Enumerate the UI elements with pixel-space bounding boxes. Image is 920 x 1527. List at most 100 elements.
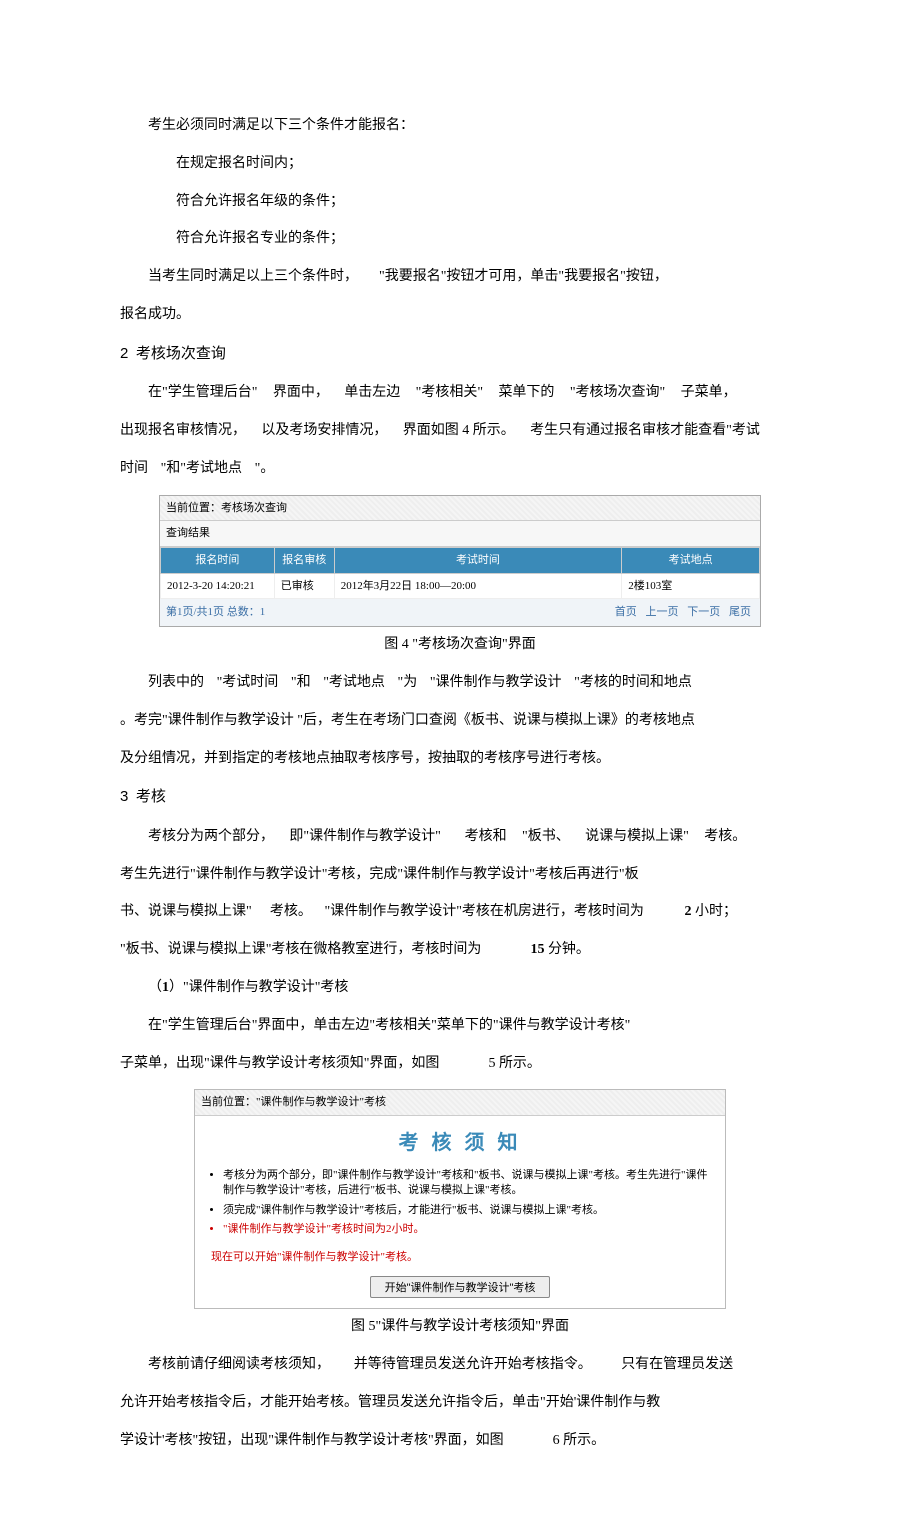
text: "我要报名"按钮才可用，单击"我要报名"按钮， — [379, 269, 668, 284]
figure-4: 当前位置：考核场次查询 查询结果 报名时间 报名审核 考试时间 考试地点 201… — [159, 495, 761, 627]
sec3-p4: "板书、说课与模拟上课"考核在微格教室进行，考核时间为 15 分钟。 — [120, 938, 800, 962]
t: 6 所示。 — [553, 1433, 606, 1448]
text: 符合允许报名年级的条件； — [176, 194, 344, 209]
t: "考核场次查询" — [570, 385, 665, 400]
t: 说课与模拟上课" — [585, 829, 689, 844]
pager-prev[interactable]: 上一页 — [646, 606, 679, 618]
t: 考核分为两个部分， — [148, 829, 274, 844]
text: 符合允许报名专业的条件； — [176, 231, 344, 246]
sec3-p2: 考生先进行"课件制作与教学设计"考核，完成"课件制作与教学设计"考核后再进行"板 — [120, 863, 800, 887]
t: "考试地点 — [323, 675, 385, 690]
sec3-p3: 书、说课与模拟上课" 考核。 "课件制作与教学设计"考核在机房进行，考核时间为 … — [120, 900, 800, 924]
fig5-caption: 图 5"课件与教学设计考核须知"界面 — [120, 1315, 800, 1339]
fig5-ready: 现在可以开始"课件制作与教学设计"考核。 — [211, 1248, 715, 1267]
tail-p1: 考核前请仔细阅读考核须知， 并等待管理员发送允许开始考核指令。 只有在管理员发送 — [120, 1353, 800, 1377]
t: "和 — [291, 675, 311, 690]
text: 当考生同时满足以上三个条件时， — [148, 269, 358, 284]
intro-cond3: 符合允许报名专业的条件； — [120, 227, 800, 251]
cell-time: 2012-3-20 14:20:21 — [161, 573, 275, 599]
t: 菜单下的 — [498, 385, 554, 400]
t: 考核前请仔细阅读考核须知， — [148, 1357, 330, 1372]
section-3-heading: 3 考核 — [120, 784, 800, 811]
t: 考核。 — [704, 829, 746, 844]
pager-info: 第1页/共1页 总数：1 — [166, 603, 265, 622]
intro-result2: 报名成功。 — [120, 303, 800, 327]
duration-15m: 15 — [530, 942, 544, 957]
intro-result: 当考生同时满足以上三个条件时， "我要报名"按钮才可用，单击"我要报名"按钮， — [120, 265, 800, 289]
t: "和"考试地点 — [161, 461, 242, 476]
fig5-list: 考核分为两个部分，即"课件制作与教学设计"考核和"板书、说课与模拟上课"考核。考… — [205, 1168, 715, 1238]
pager-first[interactable]: 首页 — [615, 606, 637, 618]
t: "板书、说课与模拟上课"考核在微格教室进行，考核时间为 — [120, 942, 481, 957]
section-title: 考核 — [136, 789, 166, 805]
t: 出现报名审核情况， — [120, 423, 246, 438]
t: 时间 — [120, 461, 148, 476]
fig4-subheader: 查询结果 — [160, 521, 760, 547]
sec2b-p1: 列表中的 "考试时间 "和 "考试地点 "为 "课件制作与教学设计 "考核的时间… — [120, 671, 800, 695]
section-num: 2 — [120, 345, 128, 362]
t: 考核和 — [465, 829, 507, 844]
fig4-pager: 第1页/共1页 总数：1 首页 上一页 下一页 尾页 — [160, 599, 760, 626]
fig4-header: 当前位置：考核场次查询 — [160, 496, 760, 522]
sec2-p1: 在"学生管理后台" 界面中， 单击左边 "考核相关" 菜单下的 "考核场次查询"… — [120, 381, 800, 405]
t: 界面中， — [273, 385, 329, 400]
t: "考试时间 — [217, 675, 279, 690]
list-item: 考核分为两个部分，即"课件制作与教学设计"考核和"板书、说课与模拟上课"考核。考… — [223, 1168, 715, 1199]
t: 书、说课与模拟上课" — [120, 904, 252, 919]
intro-lead: 考生必须同时满足以下三个条件才能报名： — [120, 114, 800, 138]
t: "课件制作与教学设计"考核在机房进行，考核时间为 — [325, 904, 644, 919]
start-exam-button[interactable]: 开始"课件制作与教学设计"考核 — [370, 1276, 551, 1298]
pager-next[interactable]: 下一页 — [687, 606, 720, 618]
t: 并等待管理员发送允许开始考核指令。 — [354, 1357, 592, 1372]
section-title: 考核场次查询 — [136, 346, 226, 362]
pager-last[interactable]: 尾页 — [729, 606, 751, 618]
t: "课件制作与教学设计 — [430, 675, 562, 690]
fig5-bar: 当前位置："课件制作与教学设计"考核 — [195, 1090, 725, 1116]
section-2-heading: 2 考核场次查询 — [120, 341, 800, 368]
t: 只有在管理员发送 — [621, 1357, 733, 1372]
intro-cond1: 在规定报名时间内； — [120, 152, 800, 176]
cell-location: 2楼103室 — [622, 573, 760, 599]
t: "考核相关" — [416, 385, 483, 400]
col-time: 报名时间 — [161, 548, 275, 574]
t: "。 — [255, 461, 275, 476]
sec3-p6: 子菜单，出现"课件与教学设计考核须知"界面，如图 5 所示。 — [120, 1052, 800, 1076]
section-num: 3 — [120, 788, 128, 805]
t: 以及考场安排情况， — [261, 423, 387, 438]
t: 列表中的 — [148, 675, 204, 690]
t: 即"课件制作与教学设计" — [289, 829, 440, 844]
col-examtime: 考试时间 — [334, 548, 622, 574]
sec2b-p3: 及分组情况，并到指定的考核地点抽取考核序号，按抽取的考核序号进行考核。 — [120, 747, 800, 771]
t: 小时； — [695, 904, 737, 919]
t: "考核的时间和地点 — [574, 675, 692, 690]
fig4-table: 报名时间 报名审核 考试时间 考试地点 2012-3-20 14:20:21 已… — [160, 547, 760, 599]
intro-cond2: 符合允许报名年级的条件； — [120, 190, 800, 214]
sec2b-p2: 。考完"课件制作与教学设计 "后，考生在考场门口查阅《板书、说课与模拟上课》的考… — [120, 709, 800, 733]
text: 在规定报名时间内； — [176, 156, 302, 171]
sec3-p5: 在"学生管理后台"界面中，单击左边"考核相关"菜单下的"课件与教学设计考核" — [120, 1014, 800, 1038]
t: 考生只有通过报名审核才能查看"考试 — [530, 423, 760, 438]
t: 在"学生管理后台" — [148, 385, 257, 400]
tail-p3: 学设计'考核"按钮，出现"课件制作与教学设计考核"界面，如图 6 所示。 — [120, 1429, 800, 1453]
t: "板书、 — [522, 829, 570, 844]
pager-links: 首页 上一页 下一页 尾页 — [612, 603, 754, 622]
cell-examtime: 2012年3月22日 18:00—20:00 — [334, 573, 622, 599]
sec3-p1: 考核分为两个部分， 即"课件制作与教学设计" 考核和 "板书、 说课与模拟上课"… — [120, 825, 800, 849]
fig5-title: 考 核 须 知 — [205, 1126, 715, 1160]
table-row: 2012-3-20 14:20:21 已审核 2012年3月22日 18:00—… — [161, 573, 760, 599]
table-header-row: 报名时间 报名审核 考试时间 考试地点 — [161, 548, 760, 574]
sec3-sub1: （1）"课件制作与教学设计"考核 — [120, 976, 800, 1000]
t: 考核。 — [270, 904, 312, 919]
text: 考生必须同时满足以下三个条件才能报名： — [148, 118, 414, 133]
text: 报名成功。 — [120, 307, 190, 322]
fig4-caption: 图 4 "考核场次查询"界面 — [120, 633, 800, 657]
list-item: 须完成"课件制作与教学设计"考核后，才能进行"板书、说课与模拟上课"考核。 — [223, 1203, 715, 1218]
col-location: 考试地点 — [622, 548, 760, 574]
t: "为 — [398, 675, 418, 690]
t: 单击左边 — [344, 385, 400, 400]
t: 查询结果 — [166, 527, 210, 539]
col-audit: 报名审核 — [274, 548, 334, 574]
duration-2h: 2 — [685, 904, 692, 919]
t: 分钟。 — [548, 942, 590, 957]
sec2-p2: 出现报名审核情况， 以及考场安排情况， 界面如图 4 所示。 考生只有通过报名审… — [120, 419, 800, 443]
